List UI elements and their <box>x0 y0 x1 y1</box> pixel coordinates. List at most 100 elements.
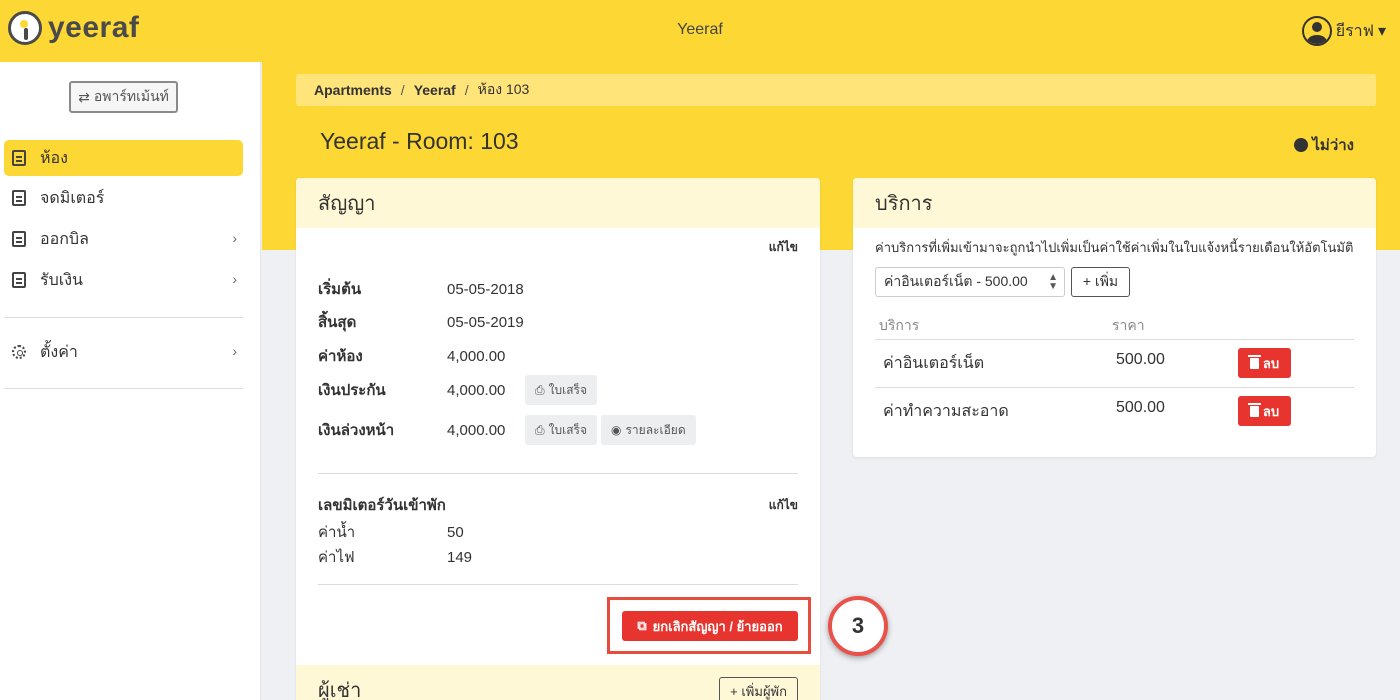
row-label: ค่าน้ำ <box>318 524 356 541</box>
service-select-value: ค่าอินเตอร์เน็ต - 500.00 <box>884 273 1028 289</box>
receipt-label: ใบเสร็จ <box>548 422 587 437</box>
caret-down-icon: ▾ <box>1377 23 1386 40</box>
cancel-contract-label: ยกเลิกสัญญา / ย้ายออก <box>652 618 783 634</box>
printer-icon: ⎙ <box>535 422 545 437</box>
column-header-price: ราคา <box>1112 317 1145 333</box>
row-label: สิ้นสุด <box>318 314 357 331</box>
chevron-right-icon: › <box>232 271 237 287</box>
apartment-switch-label: อพาร์ทเม้นท์ <box>93 88 169 104</box>
tenant-section-header: ผู้เช่า + เพิ่มผู้พัก <box>296 665 820 700</box>
service-description: ค่าบริการที่เพิ่มเข้ามาจะถูกนำไปเพิ่มเป็… <box>875 240 1354 255</box>
delete-service-button[interactable]: ลบ <box>1238 348 1291 378</box>
gear-icon <box>12 345 26 359</box>
sidebar-item-payment[interactable]: รับเงิน › <box>4 262 243 298</box>
cancel-contract-button[interactable]: ⧉ ยกเลิกสัญญา / ย้ายออก <box>622 611 798 641</box>
user-name: ยีราฟ <box>1335 22 1374 40</box>
document-edit-icon <box>12 190 26 206</box>
sidebar-item-billing[interactable]: ออกบิล › <box>4 221 243 257</box>
highlight-frame: ⧉ ยกเลิกสัญญา / ย้ายออก <box>607 597 811 654</box>
contract-row-deposit: เงินประกัน 4,000.00 ⎙ ใบเสร็จ <box>318 375 601 405</box>
logo-text: yeeraf <box>48 11 140 44</box>
document-icon <box>12 231 26 247</box>
breadcrumb-yeeraf[interactable]: Yeeraf <box>414 82 456 98</box>
delete-label: ลบ <box>1262 355 1280 371</box>
sidebar-item-label: ตั้งค่า <box>40 343 78 361</box>
contract-divider <box>318 473 798 474</box>
breadcrumb-separator: / <box>464 82 469 98</box>
sidebar-item-meter[interactable]: จดมิเตอร์ <box>4 180 243 216</box>
contract-row-advance: เงินล่วงหน้า 4,000.00 ⎙ ใบเสร็จ ◉ รายละเ… <box>318 415 700 445</box>
row-label: เริ่มต้น <box>318 281 362 298</box>
trash-icon <box>1247 354 1261 369</box>
delete-service-button[interactable]: ลบ <box>1238 396 1291 426</box>
room-status: ไม่ว่าง <box>1294 133 1354 157</box>
step-marker: 3 <box>828 596 888 656</box>
contract-row-start: เริ่มต้น 05-05-2018 <box>318 277 524 301</box>
meter-edit-link[interactable]: แก้ไข <box>769 496 798 515</box>
row-value: 4,000.00 <box>447 381 506 399</box>
meter-row-electric: ค่าไฟ 149 <box>318 545 525 569</box>
breadcrumb-separator: / <box>400 82 405 98</box>
apartment-switch-button[interactable]: ⇄ อพาร์ทเม้นท์ <box>69 81 178 113</box>
row-label: เงินประกัน <box>318 382 386 399</box>
delete-label: ลบ <box>1262 403 1280 419</box>
chevron-right-icon: › <box>232 343 237 359</box>
sidebar-item-label: รับเงิน <box>40 271 83 289</box>
advance-detail-button[interactable]: ◉ รายละเอียด <box>601 415 696 445</box>
service-name: ค่าทำความสะอาด <box>883 403 1009 420</box>
meter-row-water: ค่าน้ำ 50 <box>318 520 525 544</box>
service-heading: บริการ <box>853 178 1376 228</box>
service-select[interactable]: ค่าอินเตอร์เน็ต - 500.00 ▲ ▼ <box>875 267 1065 297</box>
service-name: ค่าอินเตอร์เน็ต <box>883 355 985 372</box>
table-divider <box>875 387 1354 388</box>
sidebar-item-label: ห้อง <box>40 149 68 167</box>
add-tenant-button[interactable]: + เพิ่มผู้พัก <box>719 677 798 700</box>
row-label: ค่าห้อง <box>318 348 363 365</box>
sidebar-divider <box>4 317 243 318</box>
user-avatar-icon <box>1301 16 1332 46</box>
chevron-right-icon: › <box>232 230 237 246</box>
contract-row-rent: ค่าห้อง 4,000.00 <box>318 344 525 368</box>
top-navbar: yeeraf Yeeraf ยีราฟ ▾ <box>0 0 1400 62</box>
sidebar-item-settings[interactable]: ตั้งค่า › <box>4 334 243 370</box>
user-menu[interactable]: ยีราฟ ▾ <box>1301 16 1386 46</box>
giraffe-logo-icon <box>8 11 42 45</box>
contract-row-end: สิ้นสุด 05-05-2019 <box>318 310 524 334</box>
deposit-receipt-button[interactable]: ⎙ ใบเสร็จ <box>525 375 597 405</box>
page-title: Yeeraf - Room: 103 <box>320 128 519 154</box>
service-card: บริการ ค่าบริการที่เพิ่มเข้ามาจะถูกนำไปเ… <box>853 178 1376 457</box>
eye-icon: ◉ <box>611 423 622 437</box>
sidebar: ⇄ อพาร์ทเม้นท์ ห้อง จดมิเตอร์ ออกบิล › ร… <box>0 62 261 700</box>
tenant-heading: ผู้เช่า <box>318 680 362 700</box>
row-label: ค่าไฟ <box>318 549 355 566</box>
sidebar-item-label: ออกบิล <box>40 230 89 248</box>
contract-card: สัญญา แก้ไข เริ่มต้น 05-05-2018 สิ้นสุด … <box>296 178 820 700</box>
contract-edit-link[interactable]: แก้ไข <box>769 238 798 257</box>
sidebar-divider <box>4 388 243 389</box>
swap-arrows-icon: ⇄ <box>78 88 90 105</box>
document-icon <box>12 272 26 288</box>
breadcrumb-current: ห้อง 103 <box>477 81 530 97</box>
contract-heading: สัญญา <box>296 178 820 228</box>
advance-receipt-button[interactable]: ⎙ ใบเสร็จ <box>525 415 597 445</box>
add-service-button[interactable]: + เพิ่ม <box>1071 267 1130 297</box>
row-value: 4,000.00 <box>447 347 506 365</box>
service-price: 500.00 <box>1116 399 1165 416</box>
room-status-label: ไม่ว่าง <box>1312 137 1354 154</box>
trash-icon <box>1247 402 1261 417</box>
app-title: Yeeraf <box>677 21 723 38</box>
sidebar-item-label: จดมิเตอร์ <box>40 189 105 207</box>
row-value: 149 <box>447 548 473 566</box>
breadcrumb-apartments[interactable]: Apartments <box>314 82 392 98</box>
sidebar-item-rooms[interactable]: ห้อง <box>4 140 243 176</box>
app-logo[interactable]: yeeraf <box>8 11 139 45</box>
external-link-icon: ⧉ <box>637 618 647 633</box>
row-value: 05-05-2018 <box>447 280 524 298</box>
service-price: 500.00 <box>1116 351 1165 368</box>
status-dot-icon <box>1294 138 1309 152</box>
contract-divider <box>318 584 798 585</box>
printer-icon: ⎙ <box>535 382 545 397</box>
select-arrows-icon: ▲ ▼ <box>1048 272 1058 292</box>
row-label: เงินล่วงหน้า <box>318 422 395 439</box>
contact-card-icon <box>12 150 26 166</box>
